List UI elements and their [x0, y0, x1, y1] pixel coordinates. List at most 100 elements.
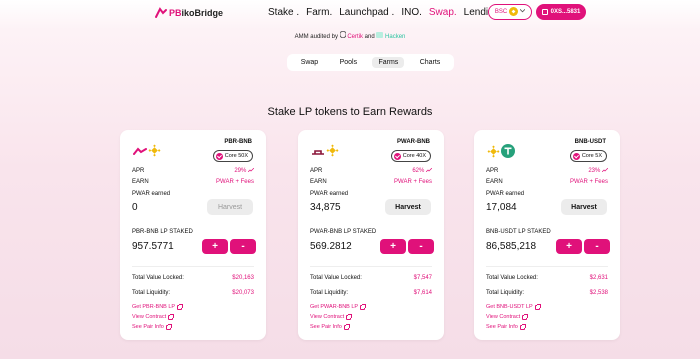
- farm-card-pwar-bnb: PWAR-BNB Core 40X APR 62% EARN PWAR + Fe…: [298, 130, 444, 340]
- external-link-icon: [522, 313, 529, 320]
- see-pair-info-label: See Pair Info: [132, 324, 164, 330]
- chevron-down-icon: [519, 9, 526, 15]
- get-lp-link[interactable]: Get BNB-USDT LP: [486, 303, 541, 310]
- stake-minus-button[interactable]: -: [584, 239, 610, 254]
- earn-value: PWAR + Fees: [570, 179, 608, 185]
- liquidity-label: Total Liquidity:: [132, 290, 171, 296]
- token-pair-icons: [133, 144, 161, 162]
- wallet-icon: [541, 9, 548, 15]
- nav-farm[interactable]: Farm.: [306, 7, 332, 18]
- pwar-token-icon: [311, 144, 325, 162]
- staked-value: 569.2812: [310, 241, 352, 252]
- hacken-icon: [376, 32, 385, 40]
- external-link-icon: [346, 313, 353, 320]
- certik-link[interactable]: Certik: [347, 34, 363, 40]
- multiplier-label: Core 40X: [402, 153, 426, 159]
- stake-minus-button[interactable]: -: [230, 239, 256, 254]
- apr-value: 62%: [412, 168, 425, 174]
- logo-text: PBikoBridge: [169, 8, 223, 18]
- view-contract-label: View Contract: [486, 314, 521, 320]
- get-lp-label: Get PBR-BNB LP: [132, 304, 176, 310]
- wallet-button[interactable]: 0XS...5831: [536, 4, 586, 20]
- earn-row: EARN PWAR + Fees: [310, 179, 432, 185]
- tab-pools[interactable]: Pools: [334, 57, 364, 68]
- earn-row: EARN PWAR + Fees: [132, 179, 254, 185]
- apr-value-wrap: 62%: [412, 167, 433, 174]
- multiplier-label: Core 50X: [224, 153, 248, 159]
- bnb-token-icon: [148, 144, 161, 162]
- get-lp-link[interactable]: Get PWAR-BNB LP: [310, 303, 367, 310]
- stake-plus-button[interactable]: +: [380, 239, 406, 254]
- multiplier-badge: Core 50X: [212, 150, 253, 162]
- tvl-row: Total Value Locked: $7,547: [310, 275, 432, 281]
- earned-label: PWAR earned: [132, 191, 171, 197]
- see-pair-info-link[interactable]: See Pair Info: [132, 323, 172, 330]
- bnb-token-icon: [487, 145, 500, 163]
- harvest-button[interactable]: Harvest: [561, 199, 607, 215]
- tvl-label: Total Value Locked:: [310, 275, 362, 281]
- external-link-icon: [165, 323, 172, 330]
- staked-value: 957.5771: [132, 241, 174, 252]
- trend-up-icon: [247, 167, 255, 174]
- divider: [310, 266, 432, 267]
- logo[interactable]: PBikoBridge: [154, 6, 223, 20]
- network-label: BSC: [494, 9, 508, 15]
- dex-tabs: Swap Pools Farms Charts: [287, 54, 454, 71]
- nav-swap[interactable]: Swap.: [429, 7, 457, 18]
- audit-and: and: [364, 34, 375, 40]
- nav-ino[interactable]: INO.: [401, 7, 422, 18]
- check-icon: [215, 152, 223, 160]
- earn-label: EARN: [486, 179, 503, 185]
- audit-line: AMM audited by Certik and Hacken: [0, 30, 700, 40]
- main-nav: Stake . Farm. Launchpad . INO. Swap. Len…: [268, 7, 502, 18]
- hacken-link[interactable]: Hacken: [385, 34, 405, 40]
- view-contract-link[interactable]: View Contract: [132, 313, 175, 320]
- harvest-button[interactable]: Harvest: [207, 199, 253, 215]
- tvl-value: $20,163: [232, 275, 254, 281]
- network-selector[interactable]: BSC: [488, 4, 532, 20]
- view-contract-label: View Contract: [310, 314, 345, 320]
- divider: [132, 266, 254, 267]
- stake-plus-button[interactable]: +: [556, 239, 582, 254]
- earn-label: EARN: [310, 179, 327, 185]
- nav-stake[interactable]: Stake .: [268, 7, 299, 18]
- tvl-label: Total Value Locked:: [132, 275, 184, 281]
- external-link-icon: [360, 303, 367, 310]
- external-link-icon: [343, 323, 350, 330]
- tvl-label: Total Value Locked:: [486, 275, 538, 281]
- get-lp-link[interactable]: Get PBR-BNB LP: [132, 303, 184, 310]
- apr-value-wrap: 23%: [588, 167, 609, 174]
- get-lp-label: Get PWAR-BNB LP: [310, 304, 359, 310]
- stake-plus-button[interactable]: +: [202, 239, 228, 254]
- view-contract-link[interactable]: View Contract: [310, 313, 353, 320]
- liquidity-label: Total Liquidity:: [310, 290, 349, 296]
- tvl-row: Total Value Locked: $20,163: [132, 275, 254, 281]
- external-link-icon: [519, 323, 526, 330]
- farm-card-bnb-usdt: BNB-USDT Core 5X APR 23% EARN PWAR + Fee…: [474, 130, 620, 340]
- liquidity-row: Total Liquidity: $2,538: [486, 290, 608, 296]
- liquidity-value: $2,538: [589, 290, 608, 296]
- tab-swap[interactable]: Swap: [295, 57, 325, 68]
- view-contract-link[interactable]: View Contract: [486, 313, 529, 320]
- token-pair-icons: [487, 144, 515, 163]
- staked-label: PBR-BNB LP STAKED: [132, 229, 193, 235]
- harvest-button[interactable]: Harvest: [385, 199, 431, 215]
- farm-card-pbr-bnb: PBR-BNB Core 50X APR 29% EARN PWAR + Fee…: [120, 130, 266, 340]
- apr-row: APR 23%: [486, 167, 609, 174]
- apr-label: APR: [132, 168, 145, 174]
- see-pair-info-link[interactable]: See Pair Info: [310, 323, 350, 330]
- external-link-icon: [534, 303, 541, 310]
- earned-value: 34,875: [310, 202, 341, 213]
- tab-charts[interactable]: Charts: [414, 57, 447, 68]
- staked-label: PWAR-BNB LP STAKED: [310, 229, 377, 235]
- earned-value: 17,084: [486, 202, 517, 213]
- trend-up-icon: [425, 167, 433, 174]
- see-pair-info-link[interactable]: See Pair Info: [486, 323, 526, 330]
- nav-launchpad[interactable]: Launchpad .: [339, 7, 394, 18]
- logo-text-rest: ikoBridge: [181, 8, 224, 18]
- divider: [486, 266, 608, 267]
- stake-minus-button[interactable]: -: [408, 239, 434, 254]
- see-pair-info-label: See Pair Info: [310, 324, 342, 330]
- tab-farms[interactable]: Farms: [372, 57, 405, 68]
- staked-label: BNB-USDT LP STAKED: [486, 229, 551, 235]
